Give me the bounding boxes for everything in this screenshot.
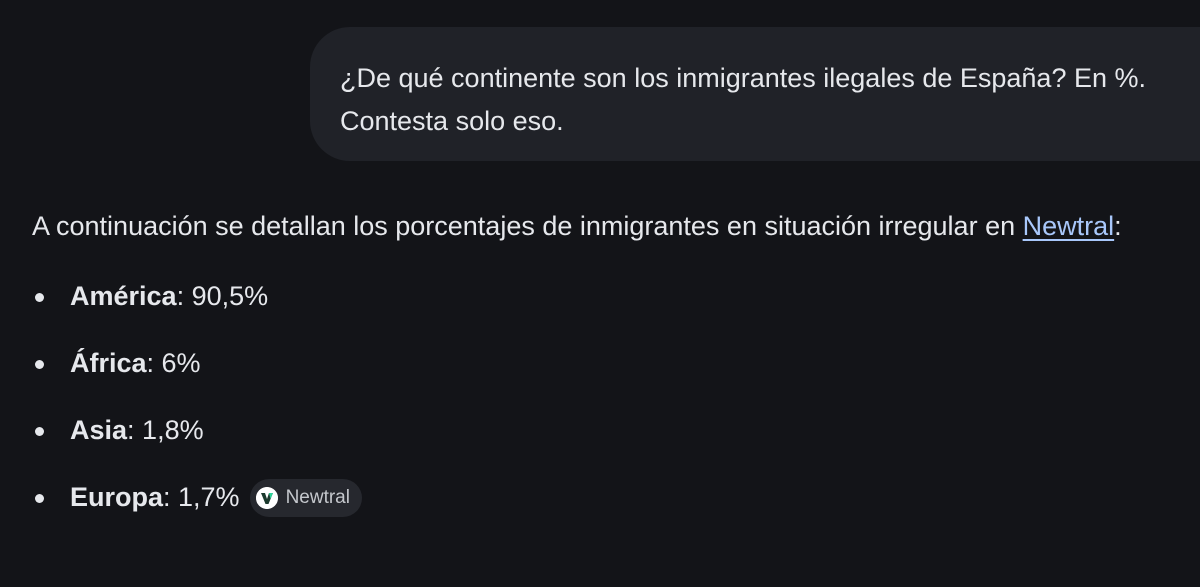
newtral-logo-icon: [255, 486, 278, 509]
item-name: África: [70, 347, 147, 378]
response-intro-colon: :: [1114, 211, 1122, 241]
source-chip[interactable]: Newtral: [249, 478, 362, 517]
source-link[interactable]: Newtral: [1023, 211, 1115, 241]
user-message-text: ¿De qué continente son los inmigrantes i…: [340, 63, 1146, 136]
bullet-icon: [35, 292, 44, 302]
item-value: : 1,7%: [163, 481, 240, 512]
response-intro: A continuación se detallan los porcentaj…: [32, 205, 1182, 248]
assistant-response: A continuación se detallan los porcentaj…: [32, 205, 1182, 530]
continent-list: América: 90,5% África: 6% Asia: 1,8% Eur…: [32, 262, 1182, 530]
list-item-africa: África: 6%: [32, 329, 1182, 396]
list-item-america: América: 90,5%: [32, 262, 1182, 329]
response-intro-text: A continuación se detallan los porcentaj…: [32, 211, 1023, 241]
item-name: América: [70, 280, 177, 311]
item-name: Asia: [70, 414, 128, 445]
item-value: : 6%: [146, 347, 201, 378]
item-value: : 1,8%: [127, 414, 204, 445]
bullet-icon: [35, 359, 44, 369]
list-item-asia: Asia: 1,8%: [32, 396, 1182, 463]
source-chip-label: Newtral: [285, 486, 350, 508]
item-value: : 90,5%: [176, 280, 269, 311]
item-name: Europa: [70, 481, 164, 512]
bullet-icon: [35, 426, 44, 436]
user-message-bubble: ¿De qué continente son los inmigrantes i…: [310, 27, 1200, 161]
list-item-europa: Europa: 1,7% Newtral: [32, 463, 1182, 530]
bullet-icon: [35, 493, 44, 503]
